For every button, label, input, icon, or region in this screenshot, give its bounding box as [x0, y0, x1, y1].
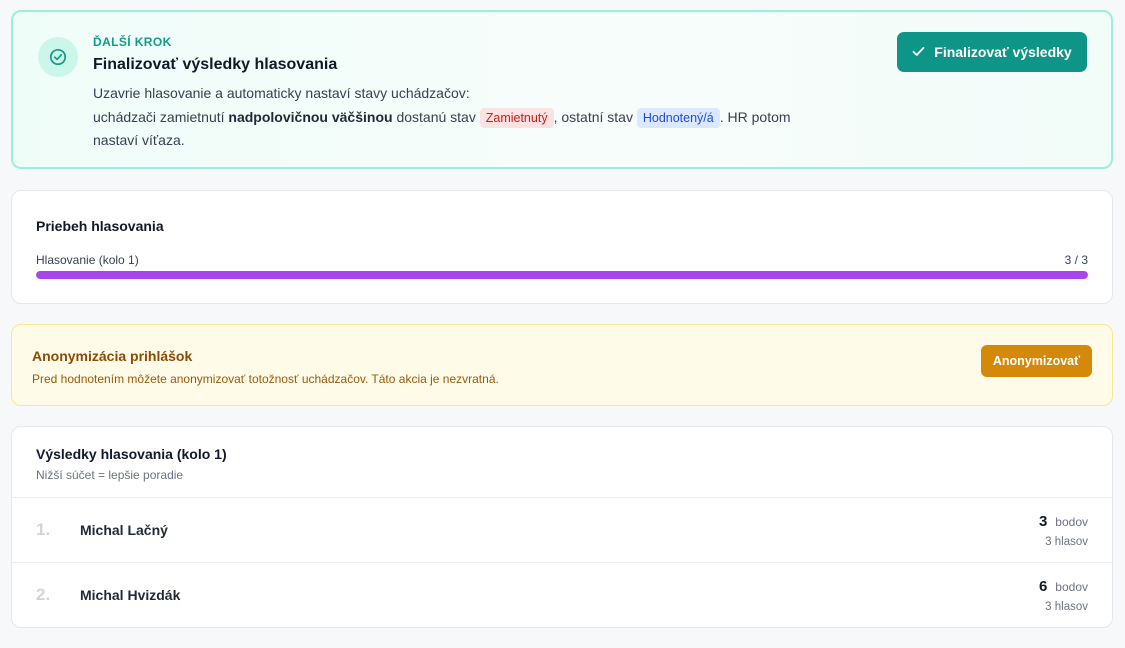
result-rank: 2.	[36, 585, 51, 604]
progress-bar	[36, 271, 1088, 279]
result-points-unit: bodov	[1055, 580, 1088, 594]
results-title: Výsledky hlasovania (kolo 1)	[36, 446, 227, 462]
check-circle-icon	[38, 37, 78, 77]
anonymization-card: Anonymizácia prihlášok Pred hodnotením m…	[11, 324, 1113, 406]
anonymization-title: Anonymizácia prihlášok	[32, 348, 193, 364]
finalize-button-label: Finalizovať výsledky	[934, 44, 1072, 60]
voting-results-card: Výsledky hlasovania (kolo 1) Nižší súčet…	[11, 426, 1113, 628]
status-badge-rated: Hodnotený/á	[636, 107, 720, 128]
result-rank: 1.	[36, 520, 51, 539]
result-points-unit: bodov	[1055, 515, 1088, 529]
result-score: 3 bodov	[1039, 513, 1088, 530]
candidate-name: Michal Hvizdák	[80, 587, 181, 603]
results-subtitle: Nižší súčet = lepšie poradie	[36, 468, 184, 482]
results-header: Výsledky hlasovania (kolo 1) Nižší súčet…	[12, 427, 1112, 498]
result-votes: 3 hlasov	[1045, 536, 1088, 548]
finalize-results-button[interactable]: Finalizovať výsledky	[897, 32, 1087, 72]
desc-mid: dostanú stav	[396, 108, 476, 125]
desc-line1: Uzavrie hlasovanie a automaticky nastaví…	[93, 85, 470, 101]
voting-progress-card: Priebeh hlasovania Hlasovanie (kolo 1) 3…	[11, 190, 1113, 304]
desc-pre: uchádzači zamietnutí	[93, 108, 225, 125]
next-step-eyebrow: ĎALŠÍ KROK	[93, 35, 172, 49]
next-step-card: ĎALŠÍ KROK Finalizovať výsledky hlasovan…	[11, 10, 1113, 169]
status-badge-rejected: Zamietnutý	[479, 107, 554, 128]
next-step-title: Finalizovať výsledky hlasovania	[93, 56, 338, 73]
progress-title: Priebeh hlasovania	[36, 218, 164, 234]
progress-bar-fill	[36, 271, 1088, 279]
result-points: 6	[1038, 578, 1048, 595]
candidate-name: Michal Lačný	[80, 522, 168, 538]
progress-label: Hlasovanie (kolo 1)	[36, 253, 139, 267]
progress-count: 3 / 3	[1064, 253, 1088, 267]
anonymize-button[interactable]: Anonymizovať	[981, 345, 1092, 377]
result-votes: 3 hlasov	[1045, 601, 1088, 613]
desc-mid2: , ostatní stav	[553, 108, 633, 125]
desc-bold: nadpolovičnou väčšinou	[228, 108, 393, 125]
result-score: 6 bodov	[1039, 578, 1088, 595]
next-step-description: Uzavrie hlasovanie a automaticky nastaví…	[93, 82, 838, 153]
anonymization-description: Pred hodnotením môžete anonymizovať toto…	[32, 372, 499, 386]
check-icon	[912, 44, 925, 60]
result-row: 2. Michal Hvizdák 6 bodov 3 hlasov	[12, 563, 1112, 627]
result-points: 3	[1038, 513, 1048, 530]
result-row: 1. Michal Lačný 3 bodov 3 hlasov	[12, 498, 1112, 563]
